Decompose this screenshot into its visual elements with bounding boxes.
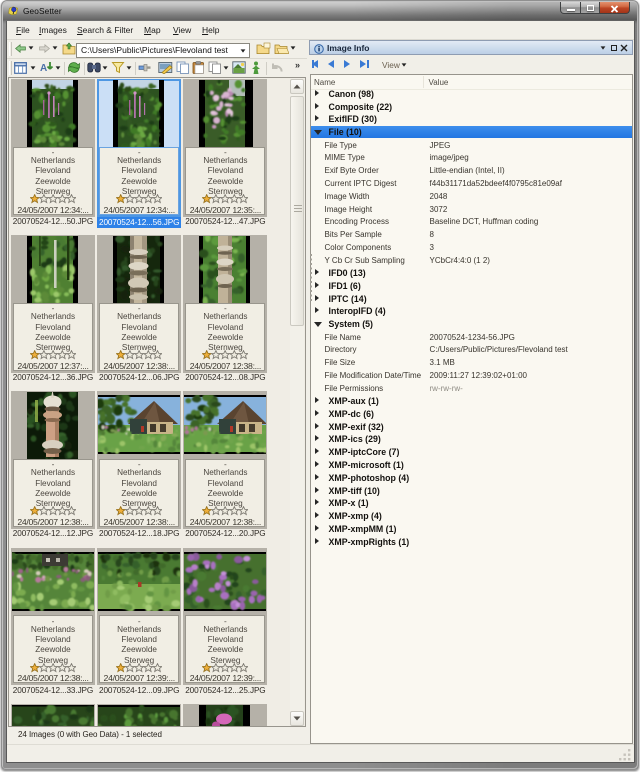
svg-text:A: A (40, 63, 47, 74)
